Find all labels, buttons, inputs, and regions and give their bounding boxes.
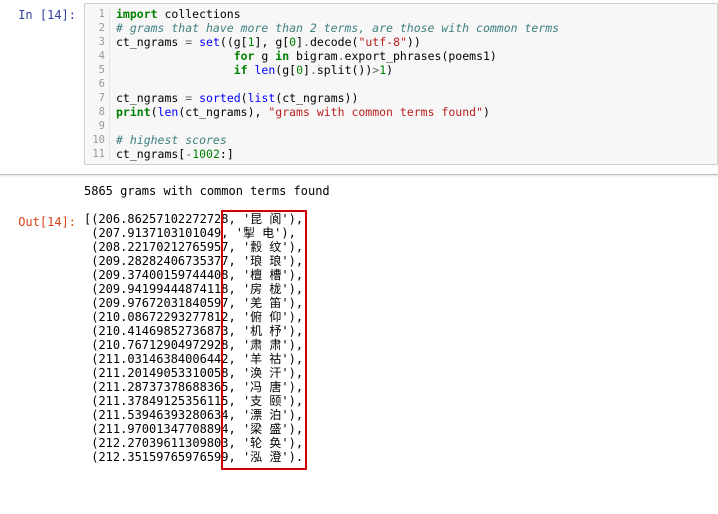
line-number: 2 xyxy=(85,21,110,35)
output-tuple-number: (211.28737378688365, xyxy=(84,380,236,394)
output-tuple-number: (211.97001347708894, xyxy=(84,422,236,436)
code-content: for g in bigram.export_phrases(poems1) xyxy=(110,49,497,63)
output-result: [(206.86257102272728, '昆 阆'), (207.91371… xyxy=(84,210,718,464)
output-tuple-text: '肃 肃'), xyxy=(236,338,303,352)
output-tuple-number: (210.08672293277812, xyxy=(84,310,236,324)
code-line: 5 if len(g[0].split())>1) xyxy=(85,63,717,77)
code-content: ct_ngrams[-1002:] xyxy=(110,147,234,161)
output-line: (211.97001347708894, '梁 盛'), xyxy=(84,422,718,436)
code-line: 7ct_ngrams = sorted(list(ct_ngrams)) xyxy=(85,91,717,105)
output-tuple-text: '掣 电'), xyxy=(229,226,296,240)
output-tuple-number: (209.94199444874118, xyxy=(84,282,236,296)
code-content xyxy=(110,77,116,91)
output-tuple-number: (212.27039611309803, xyxy=(84,436,236,450)
output-tuple-number: [(206.86257102272728, xyxy=(84,212,236,226)
line-number: 5 xyxy=(85,63,110,77)
output-tuple-text: '梁 盛'), xyxy=(236,422,303,436)
line-number: 10 xyxy=(85,133,110,147)
output-line: (210.41469852736873, '机 杼'), xyxy=(84,324,718,338)
stdout-cell: 5865 grams with common terms found xyxy=(0,179,718,207)
cell-divider xyxy=(0,168,718,175)
code-content: ct_ngrams = sorted(list(ct_ngrams)) xyxy=(110,91,358,105)
output-line: (211.03146384006442, '羊 祜'), xyxy=(84,352,718,366)
output-prompt: Out[14]: xyxy=(6,210,84,230)
code-line: 11ct_ngrams[-1002:] xyxy=(85,147,717,161)
code-content: # grams that have more than 2 terms, are… xyxy=(110,21,559,35)
output-line: (212.27039611309803, '轮 奂'), xyxy=(84,436,718,450)
input-cell: In [14]: 1import collections2# grams tha… xyxy=(0,0,718,168)
code-line: 2# grams that have more than 2 terms, ar… xyxy=(85,21,717,35)
input-prompt: In [14]: xyxy=(6,3,84,23)
code-content xyxy=(110,119,116,133)
output-line: (210.76712904972928, '肃 肃'), xyxy=(84,338,718,352)
output-tuple-number: (212.35159765976599, xyxy=(84,450,236,464)
output-line: (209.37400159744408, '檀 槽'), xyxy=(84,268,718,282)
output-tuple-number: (209.28282406735377, xyxy=(84,254,236,268)
line-number: 6 xyxy=(85,77,110,91)
code-line: 9 xyxy=(85,119,717,133)
output-tuple-text: '縠 纹'), xyxy=(236,240,303,254)
output-line: (207.9137103101049, '掣 电'), xyxy=(84,226,718,240)
output-tuple-text: '琅 琅'), xyxy=(236,254,303,268)
output-tuple-number: (208.22170212765957, xyxy=(84,240,236,254)
output-line: (211.37849125356115, '支 颐'), xyxy=(84,394,718,408)
line-number: 7 xyxy=(85,91,110,105)
code-content: print(len(ct_ngrams), "grams with common… xyxy=(110,105,490,119)
output-tuple-number: (209.37400159744408, xyxy=(84,268,236,282)
output-tuple-text: '羊 祜'), xyxy=(236,352,303,366)
output-tuple-text: '昆 阆'), xyxy=(236,212,303,226)
output-tuple-text: '冯 唐'), xyxy=(236,380,303,394)
output-line: (210.08672293277812, '俯 仰'), xyxy=(84,310,718,324)
output-line: (211.53946393280634, '漂 泊'), xyxy=(84,408,718,422)
code-line: 1import collections xyxy=(85,7,717,21)
stdout-text: 5865 grams with common terms found xyxy=(84,182,718,204)
code-editor[interactable]: 1import collections2# grams that have mo… xyxy=(84,3,718,165)
output-tuple-text: '檀 槽'), xyxy=(236,268,303,282)
output-tuple-number: (210.41469852736873, xyxy=(84,324,236,338)
code-content: # highest scores xyxy=(110,133,227,147)
code-line: 6 xyxy=(85,77,717,91)
output-tuple-number: (211.20149053310058, xyxy=(84,366,236,380)
output-tuple-text: '泓 澄'). xyxy=(236,450,303,464)
output-tuple-text: '涣 汗'), xyxy=(236,366,303,380)
output-tuple-text: '房 栊'), xyxy=(236,282,303,296)
code-line: 3ct_ngrams = set((g[1], g[0].decode("utf… xyxy=(85,35,717,49)
code-line: 8print(len(ct_ngrams), "grams with commo… xyxy=(85,105,717,119)
output-tuple-number: (207.9137103101049, xyxy=(84,226,229,240)
output-line: (211.28737378688365, '冯 唐'), xyxy=(84,380,718,394)
line-number: 3 xyxy=(85,35,110,49)
line-number: 8 xyxy=(85,105,110,119)
output-cell: Out[14]: [(206.86257102272728, '昆 阆'), (… xyxy=(0,207,718,467)
output-tuple-text: '支 颐'), xyxy=(236,394,303,408)
output-line: (209.28282406735377, '琅 琅'), xyxy=(84,254,718,268)
output-line: (209.94199444874118, '房 栊'), xyxy=(84,282,718,296)
code-line: 10# highest scores xyxy=(85,133,717,147)
output-line: (209.97672031840597, '羌 笛'), xyxy=(84,296,718,310)
stdout-prompt-spacer xyxy=(6,182,84,186)
code-content: ct_ngrams = set((g[1], g[0].decode("utf-… xyxy=(110,35,421,49)
output-tuple-text: '机 杼'), xyxy=(236,324,303,338)
code-content: if len(g[0].split())>1) xyxy=(110,63,393,77)
line-number: 9 xyxy=(85,119,110,133)
output-line: (208.22170212765957, '縠 纹'), xyxy=(84,240,718,254)
output-tuple-number: (211.37849125356115, xyxy=(84,394,236,408)
line-number: 11 xyxy=(85,147,110,161)
output-line: (212.35159765976599, '泓 澄'). xyxy=(84,450,718,464)
output-tuple-text: '轮 奂'), xyxy=(236,436,303,450)
output-tuple-number: (210.76712904972928, xyxy=(84,338,236,352)
code-line: 4 for g in bigram.export_phrases(poems1) xyxy=(85,49,717,63)
output-tuple-text: '羌 笛'), xyxy=(236,296,303,310)
line-number: 1 xyxy=(85,7,110,21)
output-tuple-number: (209.97672031840597, xyxy=(84,296,236,310)
output-tuple-number: (211.03146384006442, xyxy=(84,352,236,366)
output-line: (211.20149053310058, '涣 汗'), xyxy=(84,366,718,380)
output-tuple-text: '俯 仰'), xyxy=(236,310,303,324)
output-line: [(206.86257102272728, '昆 阆'), xyxy=(84,212,718,226)
output-tuple-text: '漂 泊'), xyxy=(236,408,303,422)
code-content: import collections xyxy=(110,7,241,21)
line-number: 4 xyxy=(85,49,110,63)
output-tuple-number: (211.53946393280634, xyxy=(84,408,236,422)
